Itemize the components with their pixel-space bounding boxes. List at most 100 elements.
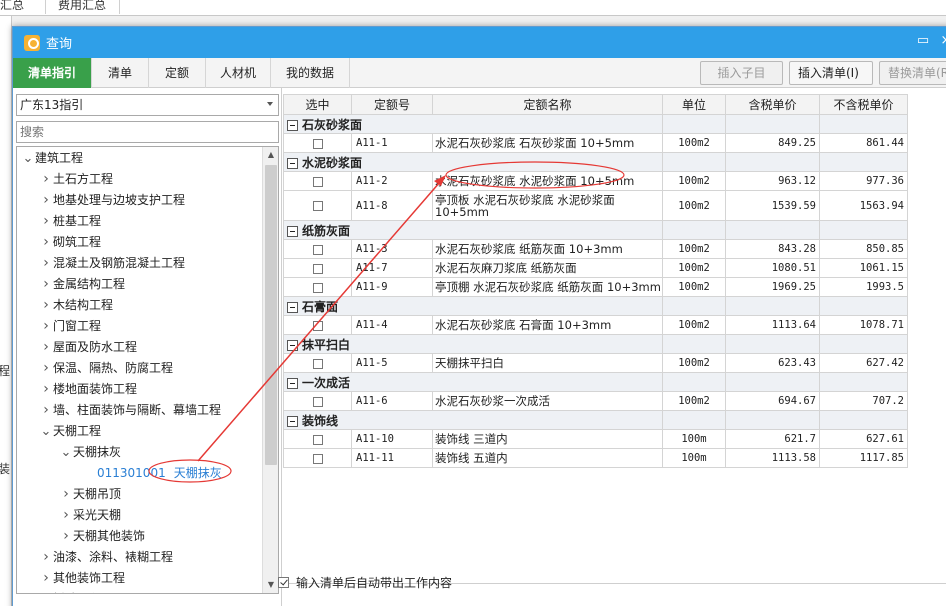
tree-node[interactable]: › 门窗工程 (39, 316, 101, 336)
chevron-right-icon[interactable]: › (39, 253, 53, 273)
tree-node[interactable]: › 采光天棚 (59, 505, 121, 525)
quota-row[interactable]: A11-3 水泥石灰砂浆底 纸筋灰面 10+3mm 100m2 843.28 850.8… (283, 239, 908, 259)
tree-node[interactable]: › 金属结构工程 (39, 274, 125, 294)
group-row[interactable]: 石灰砂浆面 (283, 114, 908, 134)
collapse-icon[interactable] (287, 225, 298, 237)
collapse-icon[interactable] (287, 415, 298, 427)
auto-work-content-checkbox[interactable] (278, 577, 289, 588)
col-header-select[interactable]: 选中 (283, 94, 352, 115)
select-cell[interactable] (283, 448, 352, 468)
col-header-unit[interactable]: 单位 (662, 94, 726, 115)
row-checkbox[interactable] (312, 453, 323, 464)
scroll-thumb[interactable] (265, 165, 277, 465)
chevron-right-icon[interactable]: › (39, 211, 53, 231)
chevron-down-icon[interactable]: ⌄ (59, 443, 73, 463)
quota-row[interactable]: A11-10 装饰线 三道内 100m 621.7 627.61 (283, 429, 908, 449)
chevron-down-icon[interactable]: ⌄ (21, 149, 35, 169)
col-header-name[interactable]: 定额名称 (432, 94, 663, 115)
tree-node[interactable]: › 楼地面装饰工程 (39, 379, 137, 399)
background-tab-fee-summary[interactable]: 费用汇总 (46, 0, 120, 14)
tree-node[interactable]: › 桩基工程 (39, 211, 101, 231)
tab-list-guide[interactable]: 清单指引 (13, 58, 92, 88)
select-cell[interactable] (283, 133, 352, 153)
tree-node[interactable]: ⌄ 天棚工程 (39, 421, 101, 441)
quota-row[interactable]: A11-11 装饰线 五道内 100m 1113.58 1117.85 (283, 448, 908, 468)
group-row[interactable]: 水泥砂浆面 (283, 152, 908, 172)
row-checkbox[interactable] (312, 263, 323, 274)
tree-node[interactable]: › 天棚其他装饰 (59, 526, 145, 546)
row-checkbox[interactable] (312, 282, 323, 293)
chevron-right-icon[interactable]: › (39, 589, 53, 593)
quota-row[interactable]: A11-1 水泥石灰砂浆底 石灰砂浆面 10+5mm 100m2 849.25 861.… (283, 133, 908, 153)
guide-library-select[interactable]: 广东13指引 (16, 94, 279, 116)
chevron-right-icon[interactable]: › (39, 169, 53, 189)
row-checkbox[interactable] (312, 244, 323, 255)
tree-node[interactable]: › 墙、柱面装饰与隔断、幕墙工程 (39, 400, 221, 420)
close-icon[interactable]: × (938, 32, 946, 50)
chevron-right-icon[interactable]: › (39, 337, 53, 357)
group-row[interactable]: 抹平扫白 (283, 334, 908, 354)
chevron-down-icon[interactable]: ⌄ (39, 422, 53, 442)
group-row[interactable]: 装饰线 (283, 410, 908, 430)
tree-node[interactable]: › 混凝土及钢筋混凝土工程 (39, 253, 185, 273)
tree-scrollbar[interactable]: ▲ ▼ (262, 147, 278, 593)
chevron-right-icon[interactable]: › (39, 400, 53, 420)
tree-node[interactable]: › 油漆、涂料、裱糊工程 (39, 547, 173, 567)
maximize-icon[interactable]: ▭ (915, 32, 931, 50)
group-row[interactable]: 石膏面 (283, 296, 908, 316)
chevron-right-icon[interactable]: › (39, 232, 53, 252)
quota-row[interactable]: A11-8 亭顶板 水泥石灰砂浆底 水泥砂浆面 10+5mm 100m2 1539.5… (283, 190, 908, 221)
chevron-right-icon[interactable]: › (39, 316, 53, 336)
tree-leaf-selected[interactable]: 011301001 天棚抹灰 (97, 463, 222, 483)
tree-node[interactable]: ›拆除工程 (39, 589, 101, 593)
quota-row[interactable]: A11-9 亭顶棚 水泥石灰砂浆底 纸筋灰面 10+3mm 100m2 1969.25… (283, 277, 908, 297)
collapse-icon[interactable] (287, 301, 298, 313)
tree-node[interactable]: › 屋面及防水工程 (39, 337, 137, 357)
row-checkbox[interactable] (312, 396, 323, 407)
background-tab-summary[interactable]: 汇总 (0, 0, 46, 14)
tab-list[interactable]: 清单 (92, 58, 149, 88)
quota-row[interactable]: A11-2 水泥石灰砂浆底 水泥砂浆面 10+5mm 100m2 963.12 977.… (283, 171, 908, 191)
row-checkbox[interactable] (312, 176, 323, 187)
tree-node[interactable]: › 地基处理与边坡支护工程 (39, 190, 185, 210)
chevron-right-icon[interactable]: › (39, 379, 53, 399)
select-cell[interactable] (283, 277, 352, 297)
scroll-up-icon[interactable]: ▲ (263, 147, 278, 163)
col-header-price-notax[interactable]: 不含税单价 (819, 94, 908, 115)
select-cell[interactable] (283, 239, 352, 259)
tree-node[interactable]: › 其他装饰工程 (39, 568, 125, 588)
col-header-price-tax[interactable]: 含税单价 (725, 94, 820, 115)
tree-node[interactable]: ⌄ 天棚抹灰 (59, 442, 121, 462)
select-cell[interactable] (283, 353, 352, 373)
chevron-right-icon[interactable]: › (39, 295, 53, 315)
row-checkbox[interactable] (312, 320, 323, 331)
select-cell[interactable] (283, 190, 352, 221)
collapse-icon[interactable] (287, 157, 298, 169)
row-checkbox[interactable] (312, 358, 323, 369)
insert-list-button[interactable]: 插入清单(I) (789, 61, 873, 85)
quota-row[interactable]: A11-6 水泥石灰砂浆一次成活 100m2 694.67 707.2 (283, 391, 908, 411)
dialog-titlebar[interactable]: 查询 ▭ × (13, 27, 946, 58)
chevron-right-icon[interactable]: › (59, 526, 73, 546)
select-cell[interactable] (283, 429, 352, 449)
tree-search-input[interactable] (16, 121, 279, 143)
auto-work-content-option[interactable]: 输入清单后自动带出工作内容 (278, 574, 452, 591)
tree-node[interactable]: › 土石方工程 (39, 169, 113, 189)
row-checkbox[interactable] (312, 138, 323, 149)
chevron-right-icon[interactable]: › (39, 190, 53, 210)
select-cell[interactable] (283, 315, 352, 335)
group-row[interactable]: 纸筋灰面 (283, 220, 908, 240)
insert-sub-button[interactable]: 插入子目 (700, 61, 783, 85)
tree-node[interactable]: ⌄ 建筑工程 (21, 148, 83, 168)
chevron-right-icon[interactable]: › (59, 484, 73, 504)
col-header-code[interactable]: 定额号 (351, 94, 433, 115)
quota-row[interactable]: A11-4 水泥石灰砂浆底 石膏面 10+3mm 100m2 1113.64 1078.… (283, 315, 908, 335)
tree-node[interactable]: › 砌筑工程 (39, 232, 101, 252)
chevron-right-icon[interactable]: › (39, 358, 53, 378)
row-checkbox[interactable] (312, 201, 323, 211)
tab-labor-material-machine[interactable]: 人材机 (206, 58, 271, 88)
replace-list-button[interactable]: 替换清单(R) (879, 61, 946, 85)
row-checkbox[interactable] (312, 434, 323, 445)
collapse-icon[interactable] (287, 339, 298, 351)
quota-row[interactable]: A11-7 水泥石灰麻刀浆底 纸筋灰面 100m2 1080.51 1061.15 (283, 258, 908, 278)
